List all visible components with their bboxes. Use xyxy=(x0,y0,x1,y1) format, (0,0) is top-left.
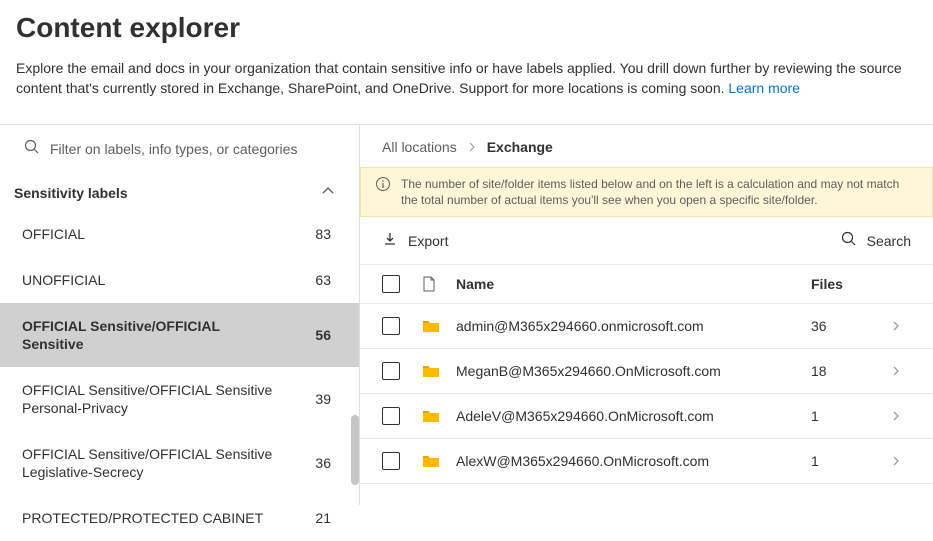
row-checkbox[interactable] xyxy=(382,452,400,470)
info-icon xyxy=(375,176,391,196)
column-header-name[interactable]: Name xyxy=(456,276,811,292)
label-name: OFFICIAL xyxy=(22,225,85,243)
table-row[interactable]: admin@M365x294660.onmicrosoft.com 36 xyxy=(360,304,933,349)
chevron-right-icon xyxy=(881,408,911,424)
row-name: AlexW@M365x294660.OnMicrosoft.com xyxy=(456,453,811,469)
breadcrumb-root[interactable]: All locations xyxy=(382,139,457,155)
label-count: 83 xyxy=(315,226,331,242)
label-item[interactable]: PROTECTED/PROTECTED CABINET 21 xyxy=(0,495,359,541)
folder-icon xyxy=(422,409,456,423)
export-button[interactable]: Export xyxy=(382,231,448,250)
row-checkbox[interactable] xyxy=(382,407,400,425)
row-name: MeganB@M365x294660.OnMicrosoft.com xyxy=(456,363,811,379)
label-name: UNOFFICIAL xyxy=(22,271,105,289)
scrollbar-thumb[interactable] xyxy=(351,415,359,485)
label-list: OFFICIAL 83 UNOFFICIAL 63 OFFICIAL Sensi… xyxy=(0,211,359,541)
row-name: admin@M365x294660.onmicrosoft.com xyxy=(456,318,811,334)
right-panel: All locations Exchange The number of sit… xyxy=(360,125,933,505)
label-count: 39 xyxy=(315,391,331,407)
folder-icon xyxy=(422,454,456,468)
table-row[interactable]: AdeleV@M365x294660.OnMicrosoft.com 1 xyxy=(360,394,933,439)
folder-icon xyxy=(422,364,456,378)
label-item[interactable]: UNOFFICIAL 63 xyxy=(0,257,359,303)
chevron-right-icon xyxy=(467,139,477,155)
toolbar: Export Search xyxy=(360,217,933,264)
row-files: 18 xyxy=(811,363,881,379)
label-item[interactable]: OFFICIAL Sensitive/OFFICIAL Sensitive Le… xyxy=(0,431,359,495)
chevron-right-icon xyxy=(881,318,911,334)
section-header-sensitivity[interactable]: Sensitivity labels xyxy=(0,176,359,211)
search-label: Search xyxy=(867,233,911,249)
breadcrumb: All locations Exchange xyxy=(360,125,933,167)
filter-input[interactable]: Filter on labels, info types, or categor… xyxy=(0,125,359,176)
download-icon xyxy=(382,231,398,250)
page-title: Content explorer xyxy=(16,12,917,44)
info-banner: The number of site/folder items listed b… xyxy=(360,167,933,217)
info-text: The number of site/folder items listed b… xyxy=(401,176,918,208)
section-title: Sensitivity labels xyxy=(14,185,128,201)
chevron-right-icon xyxy=(881,453,911,469)
search-button[interactable]: Search xyxy=(841,231,911,250)
search-icon xyxy=(24,139,40,158)
label-item-selected[interactable]: OFFICIAL Sensitive/OFFICIAL Sensitive 56 xyxy=(0,303,359,367)
learn-more-link[interactable]: Learn more xyxy=(728,80,800,96)
label-name: OFFICIAL Sensitive/OFFICIAL Sensitive Pe… xyxy=(22,381,282,417)
row-files: 36 xyxy=(811,318,881,334)
label-item[interactable]: OFFICIAL 83 xyxy=(0,211,359,257)
export-label: Export xyxy=(408,233,448,249)
chevron-right-icon xyxy=(881,363,911,379)
label-count: 36 xyxy=(315,455,331,471)
folder-icon xyxy=(422,319,456,333)
table-header: Name Files xyxy=(360,264,933,304)
row-checkbox[interactable] xyxy=(382,362,400,380)
label-item[interactable]: OFFICIAL Sensitive/OFFICIAL Sensitive Pe… xyxy=(0,367,359,431)
select-all-checkbox[interactable] xyxy=(382,275,400,293)
column-header-files[interactable]: Files xyxy=(811,276,881,292)
table-row[interactable]: MeganB@M365x294660.OnMicrosoft.com 18 xyxy=(360,349,933,394)
label-name: OFFICIAL Sensitive/OFFICIAL Sensitive xyxy=(22,317,282,353)
label-name: OFFICIAL Sensitive/OFFICIAL Sensitive Le… xyxy=(22,445,282,481)
row-name: AdeleV@M365x294660.OnMicrosoft.com xyxy=(456,408,811,424)
chevron-up-icon xyxy=(321,184,335,201)
label-name: PROTECTED/PROTECTED CABINET xyxy=(22,509,263,527)
file-type-icon xyxy=(422,276,456,292)
row-checkbox[interactable] xyxy=(382,317,400,335)
left-panel: Filter on labels, info types, or categor… xyxy=(0,125,360,505)
row-files: 1 xyxy=(811,453,881,469)
filter-placeholder: Filter on labels, info types, or categor… xyxy=(50,141,297,157)
page-description: Explore the email and docs in your organ… xyxy=(16,58,917,98)
breadcrumb-current: Exchange xyxy=(487,139,553,155)
label-count: 56 xyxy=(315,327,331,343)
search-icon xyxy=(841,231,857,250)
row-files: 1 xyxy=(811,408,881,424)
table-row[interactable]: AlexW@M365x294660.OnMicrosoft.com 1 xyxy=(360,439,933,484)
label-count: 63 xyxy=(315,272,331,288)
